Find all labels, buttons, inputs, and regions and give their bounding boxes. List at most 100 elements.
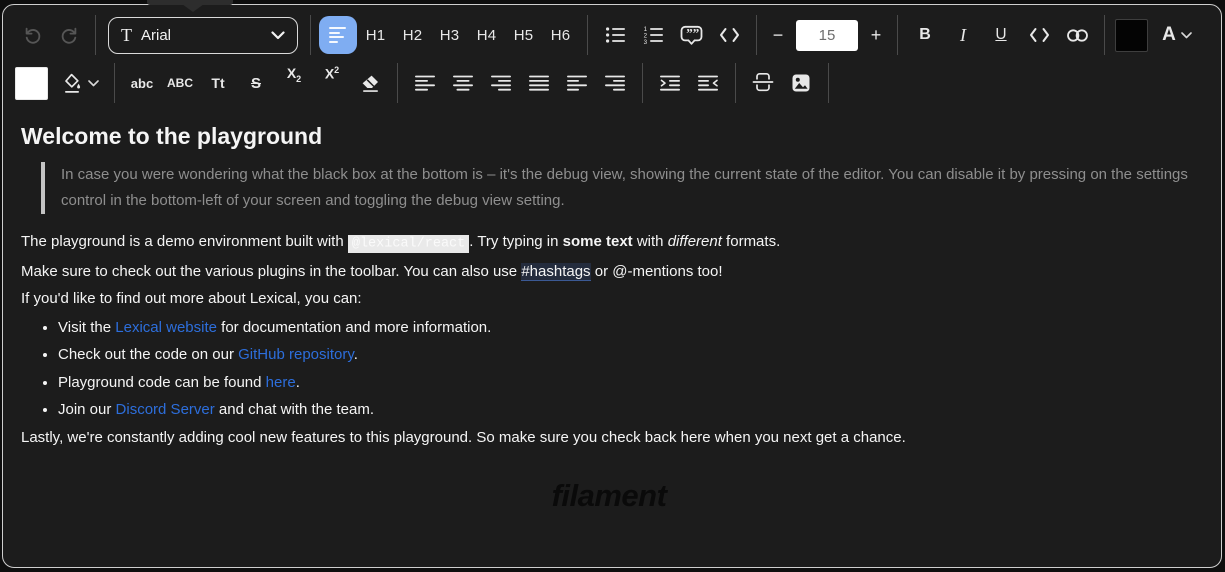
subscript-label: X2 bbox=[287, 65, 301, 84]
indent-button[interactable] bbox=[651, 65, 689, 101]
clear-formatting-button[interactable] bbox=[351, 65, 389, 101]
toolbar-row-2: abc ABC Tt S X2 X2 bbox=[15, 61, 1213, 109]
numbered-list-button[interactable]: 123 bbox=[634, 17, 672, 53]
toolbar-divider bbox=[114, 63, 115, 103]
svg-text:3: 3 bbox=[643, 39, 647, 45]
font-color-swatch[interactable] bbox=[1115, 19, 1148, 52]
insert-link-button[interactable] bbox=[1058, 17, 1096, 53]
font-size-decrement-button[interactable]: − bbox=[765, 17, 791, 53]
bold-button[interactable]: B bbox=[906, 17, 944, 53]
uppercase-button[interactable]: ABC bbox=[161, 65, 199, 101]
align-center-button[interactable] bbox=[444, 65, 482, 101]
rich-text-editor-window: T Arial H1 H2 H3 H4 H5 H6 bbox=[2, 4, 1222, 568]
toolbar-divider bbox=[310, 15, 311, 55]
list-item: Playground code can be found here. bbox=[58, 369, 1197, 397]
outdent-button[interactable] bbox=[689, 65, 727, 101]
tooltip-arrow bbox=[182, 4, 204, 12]
heading-3-button[interactable]: H3 bbox=[431, 17, 468, 53]
paragraph-intro: The playground is a demo environment bui… bbox=[21, 228, 1197, 258]
toolbar-divider bbox=[397, 63, 398, 103]
toolbar-divider bbox=[756, 15, 757, 55]
text-segment: Join our bbox=[58, 401, 116, 418]
toolbar-divider bbox=[735, 63, 736, 103]
text-segment: formats. bbox=[722, 233, 780, 250]
lexical-website-link[interactable]: Lexical website bbox=[115, 319, 217, 336]
strikethrough-button[interactable]: S bbox=[237, 65, 275, 101]
align-right-button[interactable] bbox=[482, 65, 520, 101]
lowercase-button[interactable]: abc bbox=[123, 65, 161, 101]
heading-2-button[interactable]: H2 bbox=[394, 17, 431, 53]
background-color-swatch[interactable] bbox=[15, 67, 48, 100]
quote-block: In case you were wondering what the blac… bbox=[41, 162, 1197, 214]
capitalize-button[interactable]: Tt bbox=[199, 65, 237, 101]
filament-watermark: filament bbox=[21, 478, 1197, 514]
text-segment: Make sure to check out the various plugi… bbox=[21, 263, 521, 280]
font-size-increment-button[interactable]: + bbox=[863, 17, 889, 53]
align-left-button[interactable] bbox=[406, 65, 444, 101]
text-segment: Visit the bbox=[58, 319, 115, 336]
align-end-icon bbox=[605, 73, 625, 93]
list-item: Check out the code on our GitHub reposit… bbox=[58, 341, 1197, 369]
font-family-dropdown[interactable]: T Arial bbox=[108, 17, 298, 54]
superscript-label: X2 bbox=[325, 65, 339, 82]
page-break-icon bbox=[752, 72, 774, 94]
inline-code-button[interactable] bbox=[1020, 17, 1058, 53]
toolbar-divider bbox=[587, 15, 588, 55]
toolbar-divider bbox=[95, 15, 96, 55]
code-block-button[interactable] bbox=[710, 17, 748, 53]
resource-list: Visit the Lexical website for documentat… bbox=[21, 314, 1197, 424]
paragraph-learn-more: If you'd like to find out more about Lex… bbox=[21, 285, 1197, 313]
background-color-dropdown[interactable] bbox=[54, 65, 106, 101]
align-right-icon bbox=[491, 73, 511, 93]
inline-code: @lexical/react bbox=[348, 235, 469, 253]
heading-4-button[interactable]: H4 bbox=[468, 17, 505, 53]
text-segment: for documentation and more information. bbox=[217, 319, 491, 336]
font-family-value: Arial bbox=[141, 27, 262, 44]
align-start-button[interactable] bbox=[558, 65, 596, 101]
list-item: Visit the Lexical website for documentat… bbox=[58, 314, 1197, 342]
bullet-list-button[interactable] bbox=[596, 17, 634, 53]
editor-toolbar: T Arial H1 H2 H3 H4 H5 H6 bbox=[3, 5, 1221, 109]
quote-block-button[interactable]: ”” bbox=[672, 17, 710, 53]
page-break-button[interactable] bbox=[744, 65, 782, 101]
bullet-list-icon bbox=[605, 25, 626, 45]
heading-5-button[interactable]: H5 bbox=[505, 17, 542, 53]
editor-content-area[interactable]: Welcome to the playground In case you we… bbox=[3, 109, 1221, 514]
text-segment: or @-mentions too! bbox=[591, 263, 723, 280]
svg-text:””: ”” bbox=[686, 25, 699, 40]
hashtag-text: #hashtags bbox=[521, 263, 590, 281]
text-segment: Playground code can be found bbox=[58, 374, 266, 391]
code-icon bbox=[1029, 27, 1050, 43]
align-end-button[interactable] bbox=[596, 65, 634, 101]
discord-server-link[interactable]: Discord Server bbox=[116, 401, 215, 418]
heading-1-button[interactable]: H1 bbox=[357, 17, 394, 53]
redo-button[interactable] bbox=[51, 17, 87, 53]
paragraph-block-button[interactable] bbox=[319, 16, 357, 54]
code-icon bbox=[719, 27, 740, 43]
heading-6-button[interactable]: H6 bbox=[542, 17, 579, 53]
font-color-dropdown[interactable]: A bbox=[1154, 17, 1200, 53]
text-segment: . bbox=[354, 346, 358, 363]
align-start-icon bbox=[567, 73, 587, 93]
superscript-button[interactable]: X2 bbox=[313, 65, 351, 101]
toolbar-divider bbox=[897, 15, 898, 55]
italic-button[interactable]: I bbox=[944, 17, 982, 53]
subscript-button[interactable]: X2 bbox=[275, 65, 313, 101]
italic-text: different bbox=[668, 233, 722, 250]
indent-icon bbox=[660, 73, 681, 93]
insert-image-button[interactable] bbox=[782, 65, 820, 101]
github-repository-link[interactable]: GitHub repository bbox=[238, 346, 354, 363]
quote-icon: ”” bbox=[680, 25, 703, 46]
font-size-input[interactable] bbox=[796, 20, 858, 51]
undo-icon bbox=[23, 25, 43, 45]
playground-code-link[interactable]: here bbox=[266, 374, 296, 391]
align-justify-icon bbox=[529, 73, 549, 93]
align-left-icon bbox=[415, 73, 435, 93]
font-family-icon: T bbox=[121, 26, 132, 44]
toolbar-divider bbox=[1104, 15, 1105, 55]
align-justify-button[interactable] bbox=[520, 65, 558, 101]
font-color-label: A bbox=[1162, 24, 1176, 46]
undo-button[interactable] bbox=[15, 17, 51, 53]
underline-button[interactable]: U bbox=[982, 17, 1020, 53]
chevron-down-icon bbox=[1181, 32, 1192, 39]
